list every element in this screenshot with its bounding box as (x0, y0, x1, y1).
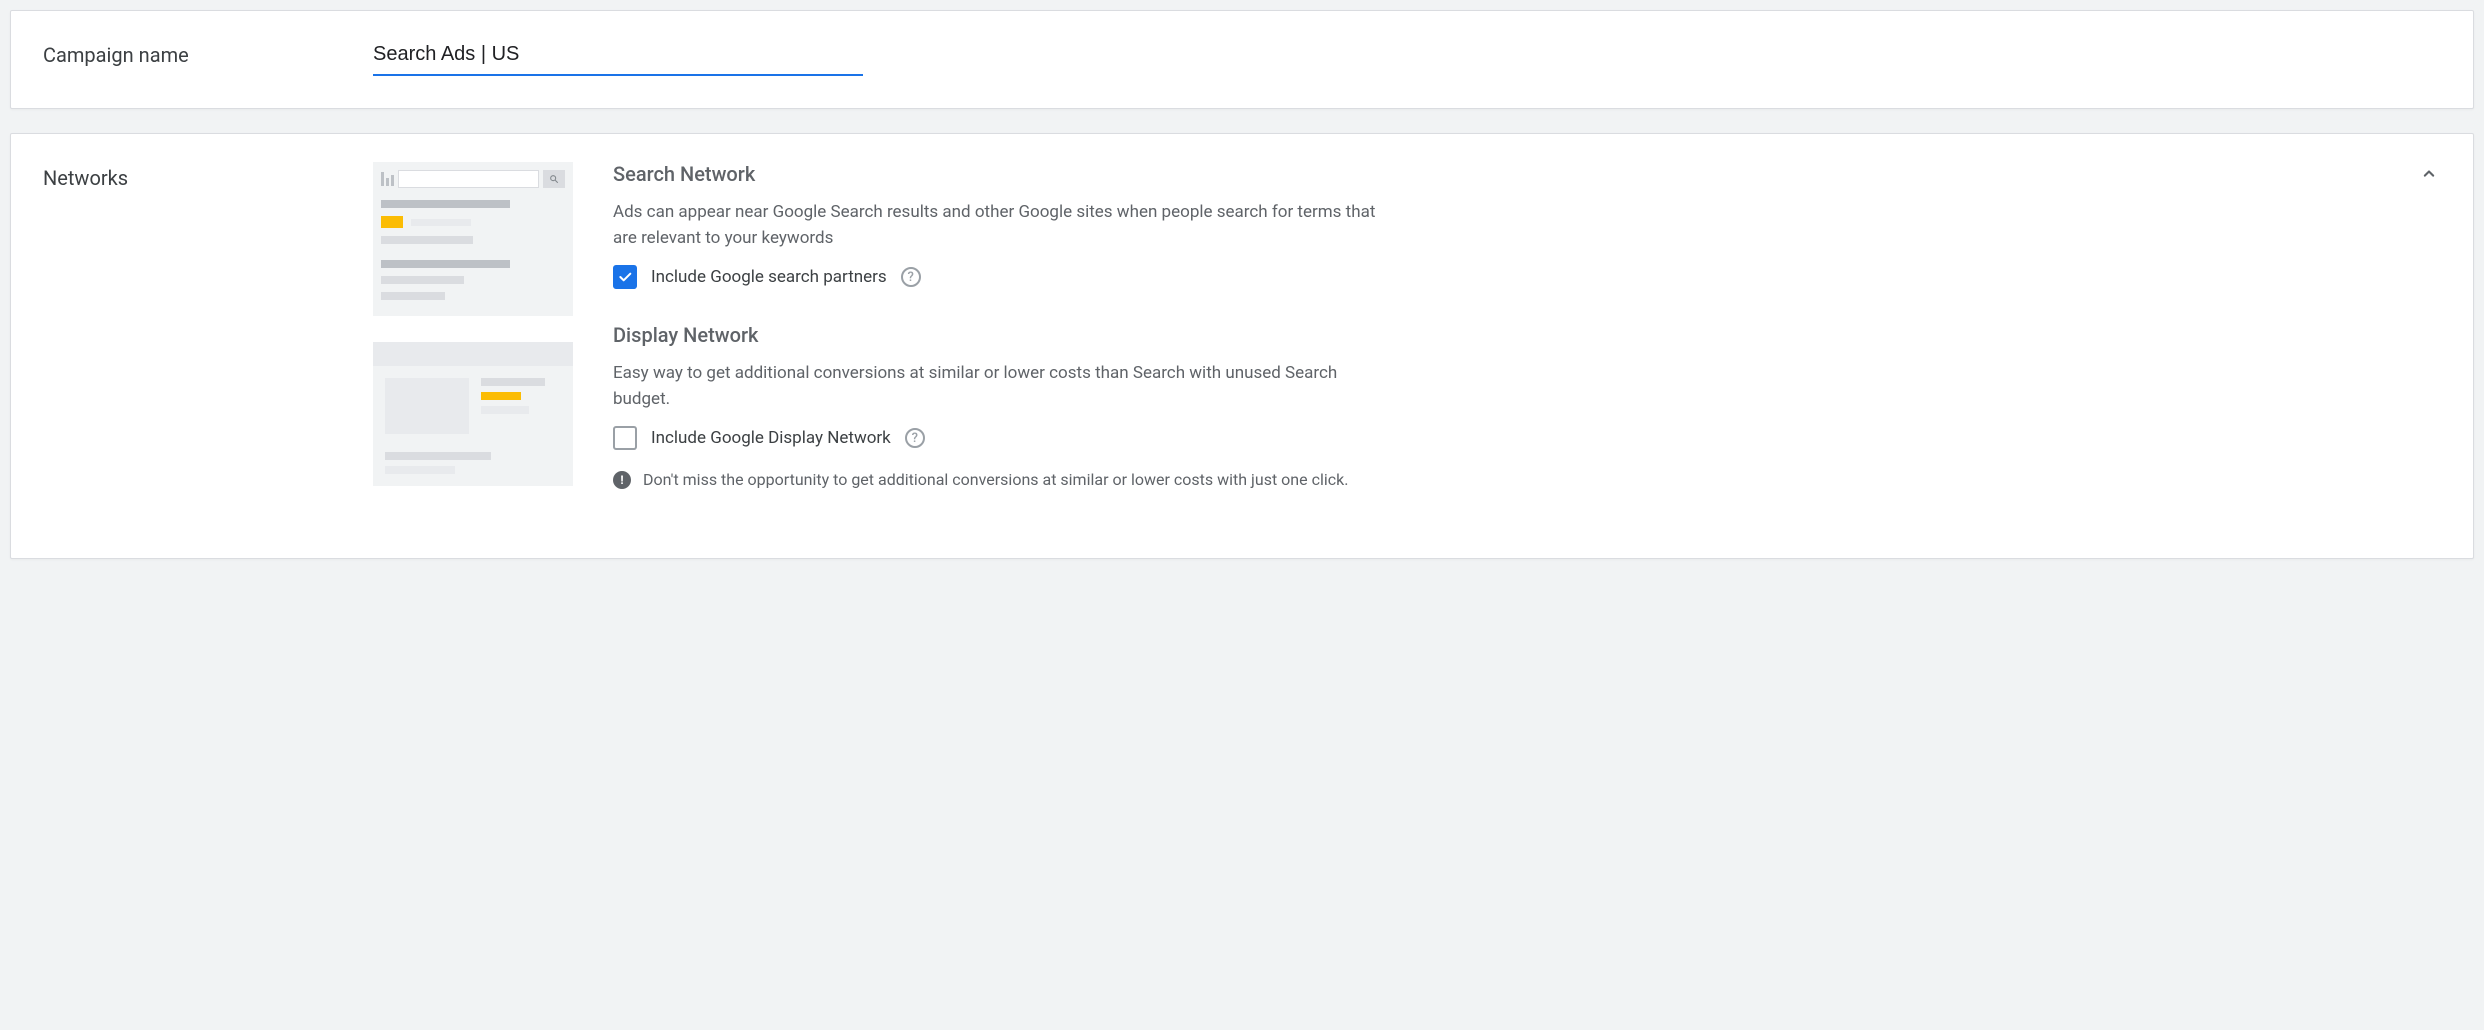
checkmark-icon (617, 269, 633, 285)
campaign-name-input[interactable] (373, 39, 863, 76)
include-search-partners-checkbox[interactable] (613, 265, 637, 289)
search-network-title: Search Network (613, 162, 2381, 186)
include-display-network-label: Include Google Display Network (651, 428, 891, 448)
campaign-name-label: Campaign name (43, 39, 373, 76)
help-icon[interactable]: ? (905, 428, 925, 448)
search-network-section: Search Network Ads can appear near Googl… (613, 162, 2381, 289)
ad-tag-icon (381, 216, 403, 228)
display-network-section: Display Network Easy way to get addition… (613, 323, 2381, 492)
chart-bars-icon (381, 172, 394, 186)
include-display-network-checkbox[interactable] (613, 426, 637, 450)
campaign-name-card: Campaign name (10, 10, 2474, 109)
networks-label: Networks (43, 162, 373, 526)
preview-searchbox (398, 170, 539, 188)
chevron-up-icon (2419, 164, 2439, 184)
magnifier-icon (549, 174, 559, 184)
search-network-description: Ads can appear near Google Search result… (613, 200, 1393, 251)
network-previews (373, 162, 573, 526)
networks-card: Networks (10, 133, 2474, 559)
display-network-preview (373, 342, 573, 486)
preview-image-placeholder (385, 378, 469, 434)
display-network-hint: ! Don't miss the opportunity to get addi… (613, 468, 1413, 492)
display-network-description: Easy way to get additional conversions a… (613, 361, 1393, 412)
preview-search-button (543, 170, 565, 188)
display-network-hint-text: Don't miss the opportunity to get additi… (643, 468, 1348, 492)
ad-tag-icon (481, 392, 521, 400)
include-search-partners-label: Include Google search partners (651, 267, 887, 287)
search-network-preview (373, 162, 573, 316)
display-network-title: Display Network (613, 323, 2381, 347)
collapse-button[interactable] (2413, 158, 2445, 190)
help-icon[interactable]: ? (901, 267, 921, 287)
alert-icon: ! (613, 471, 631, 489)
